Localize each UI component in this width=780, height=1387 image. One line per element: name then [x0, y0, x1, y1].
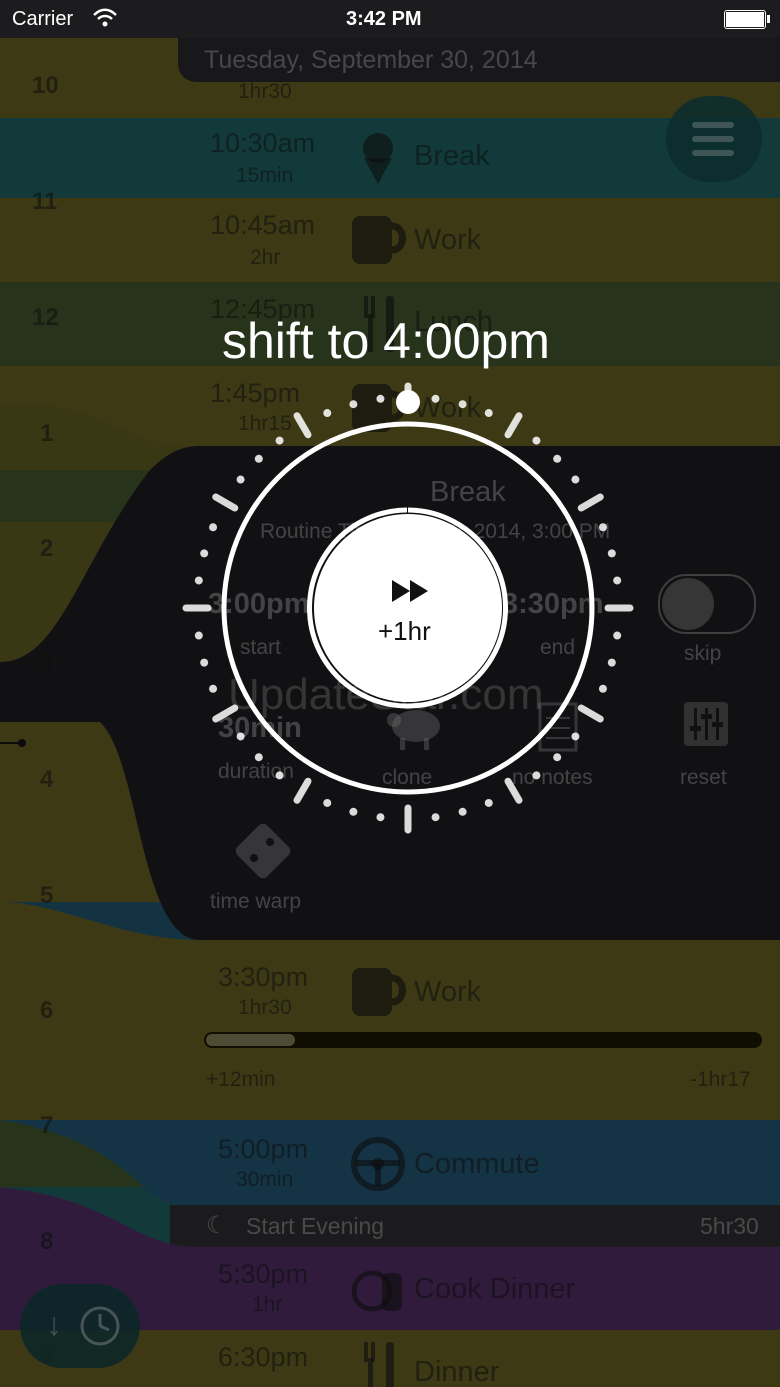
jump-to-now-button[interactable]: ↓ [20, 1284, 140, 1368]
fork-knife-icon [364, 296, 394, 352]
battery-icon [724, 10, 766, 29]
hour-label: 5 [40, 882, 54, 909]
app-screen: Tuesday, September 30, 2014 10 11 12 1 2… [0, 0, 780, 1387]
progress-fill [206, 1034, 295, 1046]
event-row-work-current[interactable]: 3:30pm 1hr30 Work +12min -1hr17 [0, 940, 780, 1120]
end-time[interactable]: 3:30pm [502, 588, 604, 621]
duration-label: duration [218, 760, 294, 783]
event-name: Work [414, 224, 482, 256]
event-row-break[interactable]: 10:30am 15min Break [0, 118, 780, 198]
skip-label: skip [684, 642, 722, 665]
coffee-mug-icon [352, 216, 406, 264]
time-warp-label: time warp [210, 890, 302, 913]
clone-label: clone [382, 766, 433, 789]
event-duration: 1hr30 [238, 80, 292, 103]
event-duration: 15min [236, 164, 294, 187]
event-row-work[interactable]: 1hr30 [0, 38, 780, 118]
skip-toggle-knob [662, 578, 714, 630]
start-time[interactable]: 3:00pm [208, 588, 310, 621]
fork-knife-icon [364, 1342, 394, 1387]
coffee-mug-icon [352, 384, 406, 432]
event-name: Work [414, 976, 482, 1008]
hour-label: 4 [40, 766, 54, 793]
event-duration: 1hr15 [238, 412, 292, 435]
routine-time: Routine Time: Sep 30, 2014, 3:00 PM [260, 520, 611, 543]
sliders-icon[interactable] [682, 700, 730, 748]
progress-remaining: -1hr17 [690, 1068, 751, 1091]
event-row-commute[interactable]: 5:00pm 30min Commute [0, 1120, 780, 1205]
wifi-icon [93, 8, 117, 27]
event-row-work[interactable]: 1:45pm 1hr15 Work [0, 366, 780, 446]
notes-label: no notes [512, 766, 593, 789]
detail-event-name: Break [430, 476, 506, 508]
event-row-lunch[interactable]: 12:45pm Lunch [0, 282, 780, 366]
event-duration: 2hr [250, 246, 281, 269]
skip-toggle[interactable] [658, 574, 756, 634]
event-name: Lunch [414, 306, 494, 338]
watermark: UpdateStar.com [228, 670, 544, 719]
event-time: 12:45pm [210, 294, 316, 324]
progress-track [204, 1032, 762, 1048]
coffee-mug-icon [352, 968, 406, 1016]
steering-wheel-icon [351, 1137, 405, 1191]
end-label: end [540, 636, 576, 659]
event-duration: 1hr [252, 1293, 283, 1316]
start-label: start [240, 636, 281, 659]
hamburger-icon [692, 122, 734, 156]
moon-icon: ☾ [206, 1212, 228, 1239]
start-evening-duration: 5hr30 [700, 1213, 759, 1239]
status-time: 3:42 PM [346, 8, 422, 30]
menu-button[interactable] [666, 96, 762, 182]
down-arrow-icon: ↓ [46, 1306, 62, 1342]
reset-label: reset [680, 766, 727, 789]
event-time: 10:30am [210, 128, 316, 158]
start-evening-label: Start Evening [246, 1213, 385, 1239]
progress-elapsed: +12min [206, 1068, 276, 1091]
event-time: 5:00pm [218, 1134, 309, 1164]
event-time: 6:30pm [218, 1342, 309, 1372]
cooking-icon [352, 1270, 402, 1312]
start-evening-row[interactable]: ☾ Start Evening 5hr30 [170, 1205, 780, 1247]
event-time: 10:45am [210, 210, 316, 240]
ice-cream-icon [363, 133, 393, 184]
dice-icon[interactable] [230, 818, 296, 884]
status-bar: Carrier 3:42 PM [0, 0, 780, 38]
event-duration: 1hr30 [238, 996, 292, 1019]
event-name: Commute [414, 1148, 540, 1180]
event-name: Cook Dinner [414, 1273, 576, 1305]
event-time: 1:45pm [210, 378, 301, 408]
carrier-name: Carrier [12, 8, 74, 30]
clock-icon [80, 1306, 120, 1346]
event-name: Work [414, 392, 482, 424]
event-name: Break [414, 140, 490, 172]
event-row-work[interactable]: 10:45am 2hr Work [0, 198, 780, 282]
current-time-dot [18, 739, 26, 747]
event-time: 3:30pm [218, 962, 309, 992]
hour-label: 2 [40, 535, 54, 562]
event-duration: 30min [236, 1168, 294, 1191]
battery-fill [726, 12, 764, 27]
hour-label: 3 [40, 650, 54, 677]
event-name: Dinner [414, 1356, 500, 1387]
battery-tip [767, 15, 770, 23]
event-time: 5:30pm [218, 1259, 309, 1289]
